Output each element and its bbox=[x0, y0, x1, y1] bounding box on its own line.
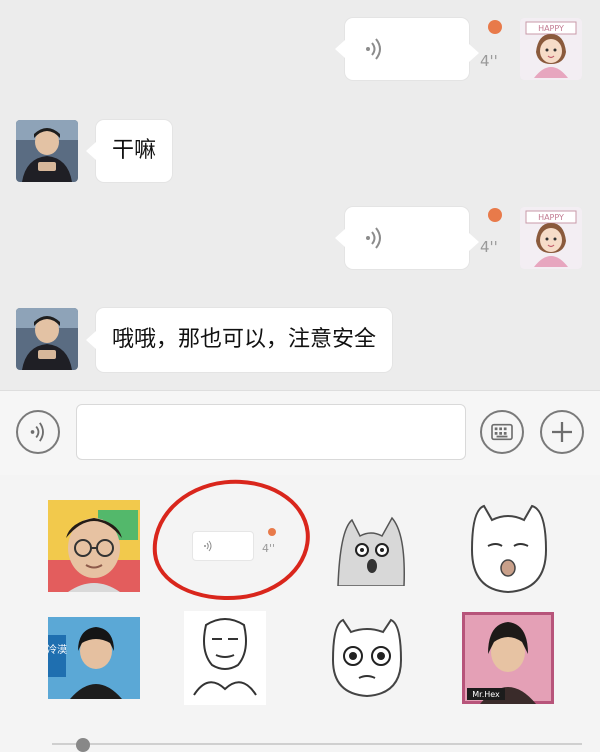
voice-duration: 4'' bbox=[480, 238, 498, 256]
voice-duration: 4'' bbox=[262, 542, 276, 555]
heart-hands-meme-sticker-icon bbox=[184, 611, 266, 705]
voice-wave-icon bbox=[204, 540, 212, 552]
contact-avatar[interactable] bbox=[16, 308, 78, 370]
happy-girl-avatar-icon: HAPPY bbox=[520, 207, 582, 269]
kiss-face-sticker-icon bbox=[462, 500, 554, 596]
voice-wave-icon bbox=[366, 38, 381, 60]
more-plus-button[interactable] bbox=[540, 410, 584, 454]
my-avatar[interactable]: HAPPY bbox=[520, 207, 582, 269]
voice-input-button[interactable] bbox=[16, 410, 60, 454]
woman-portrait-sticker-icon: 冷漠 bbox=[48, 617, 140, 699]
plus-icon bbox=[552, 422, 572, 442]
contact-photo-icon bbox=[16, 120, 78, 182]
voice-wave-icon bbox=[366, 227, 381, 249]
voice-duration: 4'' bbox=[480, 52, 498, 70]
unread-dot bbox=[268, 528, 276, 536]
boy-glasses-sticker-icon bbox=[48, 500, 140, 592]
mr-hex-portrait-sticker-icon: Mr.Hex bbox=[462, 612, 554, 704]
svg-text:Mr.Hex: Mr.Hex bbox=[472, 690, 500, 699]
sticker-cat-wide-eyes[interactable] bbox=[325, 614, 409, 700]
contact-photo-icon bbox=[16, 308, 78, 370]
message-text: 哦哦，那也可以，注意安全 bbox=[112, 327, 377, 352]
svg-text:HAPPY: HAPPY bbox=[538, 24, 564, 33]
sticker-meme-heart-hands[interactable] bbox=[184, 611, 266, 705]
sticker-page-track bbox=[52, 743, 582, 745]
voice-sticker[interactable] bbox=[192, 531, 254, 561]
sticker-boy-glasses[interactable] bbox=[48, 500, 140, 592]
keyboard-button[interactable] bbox=[480, 410, 524, 454]
contact-avatar[interactable] bbox=[16, 120, 78, 182]
sticker-page-indicator[interactable] bbox=[76, 738, 90, 752]
voice-wave-icon bbox=[30, 422, 44, 442]
sticker-mr-hex[interactable]: Mr.Hex bbox=[462, 612, 554, 704]
my-avatar[interactable]: HAPPY bbox=[520, 18, 582, 80]
voice-message-bubble[interactable] bbox=[335, 18, 479, 80]
svg-text:HAPPY: HAPPY bbox=[538, 213, 564, 222]
unread-dot bbox=[488, 20, 502, 34]
svg-text:冷漠: 冷漠 bbox=[48, 643, 67, 656]
voice-message-bubble[interactable] bbox=[335, 207, 479, 269]
sticker-round-face-kiss[interactable] bbox=[462, 500, 554, 596]
sticker-woman-cold[interactable]: 冷漠 bbox=[48, 617, 140, 699]
sticker-cat-shocked[interactable] bbox=[330, 510, 412, 586]
happy-girl-avatar-icon: HAPPY bbox=[520, 18, 582, 80]
message-text-field[interactable] bbox=[76, 404, 466, 460]
wide-eye-cat-sticker-icon bbox=[325, 614, 409, 700]
message-text: 干嘛 bbox=[112, 138, 157, 163]
shocked-cat-sticker-icon bbox=[330, 510, 412, 586]
chat-history: 4'' HAPPY 干嘛 4'' HAPPY 哦哦，那也可以，注意安全 bbox=[0, 0, 600, 390]
keyboard-icon bbox=[491, 423, 513, 441]
text-message-bubble[interactable]: 哦哦，那也可以，注意安全 bbox=[85, 308, 393, 372]
unread-dot bbox=[488, 208, 502, 222]
text-message-bubble[interactable]: 干嘛 bbox=[85, 120, 173, 182]
